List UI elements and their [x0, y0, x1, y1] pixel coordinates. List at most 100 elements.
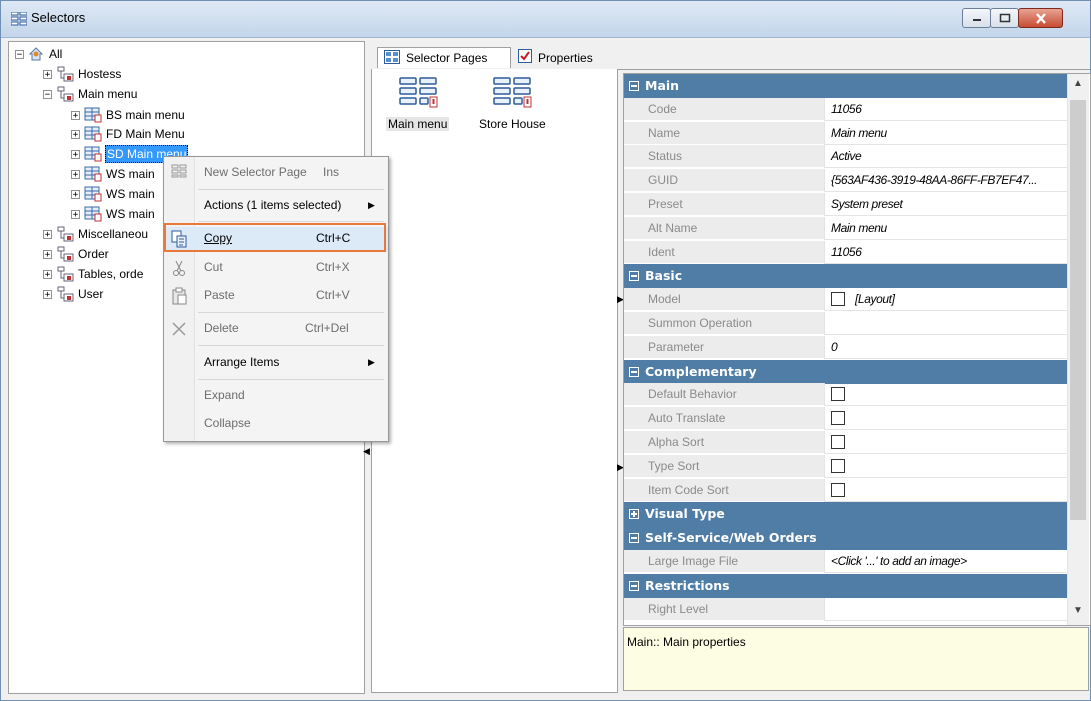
menu-item-arrange-items[interactable]: Arrange Items ▶ — [164, 351, 388, 375]
page-main-menu[interactable]: Main menu — [386, 77, 450, 131]
maximize-button[interactable] — [990, 8, 1019, 28]
checkbox[interactable] — [831, 387, 845, 402]
selector-pages-panel[interactable]: Main menu Store House — [371, 69, 618, 693]
expand-icon[interactable]: + — [43, 269, 52, 279]
expand-icon[interactable]: + — [71, 189, 80, 199]
property-value[interactable] — [824, 478, 1067, 502]
expand-icon[interactable]: + — [71, 209, 80, 219]
collapse-icon[interactable] — [629, 366, 639, 377]
tree-item[interactable]: + BS main menu — [71, 106, 186, 124]
tree-item[interactable]: + Hostess — [43, 65, 122, 83]
property-value[interactable]: 0 — [824, 335, 1067, 359]
category-basic[interactable]: Basic — [624, 264, 1067, 289]
tree-item[interactable]: + WS main — [71, 205, 156, 223]
collapse-icon[interactable]: − — [43, 89, 52, 99]
minimize-button[interactable] — [962, 8, 991, 28]
tab-properties[interactable]: Properties — [512, 47, 628, 68]
property-value[interactable] — [824, 383, 1067, 407]
category-restrictions[interactable]: Restrictions — [624, 573, 1067, 598]
menu-item-cut[interactable]: Cut Ctrl+X — [164, 256, 388, 280]
property-row-status[interactable]: Status Active — [624, 145, 1067, 169]
property-value[interactable] — [824, 312, 1067, 335]
property-grid[interactable]: Main Code 11056 Name Main menu Status Active GU… — [623, 73, 1091, 626]
category-self-service[interactable]: Self-Service/Web Orders — [624, 526, 1067, 551]
menu-item-delete[interactable]: Delete Ctrl+Del — [164, 317, 388, 341]
property-row-ident[interactable]: Ident 11056 — [624, 240, 1067, 265]
expand-icon[interactable]: + — [71, 129, 80, 139]
tree-item[interactable]: + User — [43, 285, 104, 303]
expand-icon[interactable]: + — [43, 289, 52, 299]
tree-item[interactable]: + Tables, orde — [43, 265, 144, 283]
expand-icon[interactable]: + — [43, 229, 52, 239]
property-value[interactable]: System preset — [824, 193, 1067, 216]
expand-icon[interactable]: + — [43, 249, 52, 259]
expand-icon[interactable]: + — [71, 169, 80, 179]
property-value[interactable] — [824, 597, 1067, 621]
collapse-icon[interactable] — [629, 533, 639, 544]
tree-item[interactable]: + Order — [43, 245, 110, 263]
property-scrollbar[interactable]: ▲ ▼ — [1067, 74, 1089, 625]
tree-item[interactable]: + WS main — [71, 165, 156, 183]
property-row-item-code-sort[interactable]: Item Code Sort — [624, 478, 1067, 503]
expand-icon[interactable] — [629, 509, 639, 520]
collapse-icon[interactable]: − — [15, 49, 24, 59]
property-value[interactable]: 11056 — [824, 240, 1067, 264]
category-main[interactable]: Main — [624, 74, 1067, 98]
tree-item[interactable]: − Main menu — [43, 85, 138, 103]
expand-icon[interactable]: + — [43, 69, 52, 79]
property-row-type-sort[interactable]: Type Sort — [624, 454, 1067, 479]
property-row-pname[interactable]: Name Main menu — [624, 121, 1067, 146]
menu-item-new-selector-page[interactable]: New Selector Page Ins — [164, 161, 388, 185]
category-visual-type[interactable]: Visual Type — [624, 502, 1067, 527]
property-value[interactable] — [824, 431, 1067, 454]
property-value[interactable]: Main menu — [824, 121, 1067, 145]
checkbox[interactable] — [831, 411, 845, 426]
property-value[interactable]: Main menu — [824, 216, 1067, 240]
tree-item[interactable]: + FD Main Menu — [71, 125, 186, 143]
checkbox[interactable] — [831, 458, 845, 473]
property-row-model[interactable]: Model [Layout] — [624, 288, 1067, 312]
property-value[interactable] — [824, 407, 1067, 431]
tab-selector-pages[interactable]: Selector Pages — [377, 47, 511, 68]
checkbox[interactable] — [831, 292, 845, 307]
property-value[interactable]: [Layout] — [824, 288, 1067, 312]
property-row-right-level[interactable]: Right Level — [624, 597, 1067, 622]
property-row-parameter[interactable]: Parameter 0 — [624, 335, 1067, 360]
property-row-preset[interactable]: Preset System preset — [624, 193, 1067, 217]
property-value[interactable] — [824, 454, 1067, 478]
menu-item-actions[interactable]: Actions (1 items selected) ▶ — [164, 194, 388, 218]
property-row-auto-translate[interactable]: Auto Translate — [624, 407, 1067, 431]
property-value[interactable]: <Click '...' to add an image> — [824, 550, 1067, 573]
collapse-icon[interactable] — [629, 81, 639, 91]
close-button[interactable] — [1018, 8, 1063, 28]
property-row-guid[interactable]: GUID {563AF436-3919-48AA-86FF-FB7EF47... — [624, 169, 1067, 193]
collapse-icon[interactable] — [629, 580, 639, 591]
tree-item[interactable]: + Miscellaneou — [43, 225, 149, 243]
property-row-code[interactable]: Code 11056 — [624, 97, 1067, 122]
property-row-alpha-sort[interactable]: Alpha Sort — [624, 431, 1067, 455]
chevron-left-icon[interactable]: ◀ — [363, 446, 370, 457]
page-store-house[interactable]: Store House — [477, 77, 548, 131]
property-value[interactable]: Active — [824, 145, 1067, 169]
expand-icon[interactable]: + — [71, 110, 80, 120]
property-row-summon[interactable]: Summon Operation — [624, 312, 1067, 336]
menu-item-collapse[interactable]: Collapse — [164, 412, 388, 436]
tree-root[interactable]: − All — [15, 45, 63, 63]
chevron-up-icon[interactable]: ▲ — [1073, 78, 1083, 89]
expand-icon[interactable]: + — [71, 149, 80, 159]
checkbox[interactable] — [831, 435, 845, 449]
property-row-large-image[interactable]: Large Image File <Click '...' to add an i… — [624, 550, 1067, 574]
scissors-icon — [170, 259, 188, 277]
property-row-default-behavior[interactable]: Default Behavior — [624, 383, 1067, 407]
menu-item-paste[interactable]: Paste Ctrl+V — [164, 284, 388, 308]
property-row-alt-name[interactable]: Alt Name Main menu — [624, 216, 1067, 241]
property-value[interactable]: 11056 — [824, 97, 1067, 121]
scrollbar-thumb[interactable] — [1070, 100, 1086, 520]
category-complementary[interactable]: Complementary — [624, 359, 1067, 384]
tree-item[interactable]: + WS main — [71, 185, 156, 203]
checkbox[interactable] — [831, 482, 845, 497]
collapse-icon[interactable] — [629, 271, 639, 282]
menu-item-expand[interactable]: Expand — [164, 384, 388, 408]
chevron-down-icon[interactable]: ▼ — [1073, 605, 1083, 616]
property-value[interactable]: {563AF436-3919-48AA-86FF-FB7EF47... — [824, 169, 1067, 193]
